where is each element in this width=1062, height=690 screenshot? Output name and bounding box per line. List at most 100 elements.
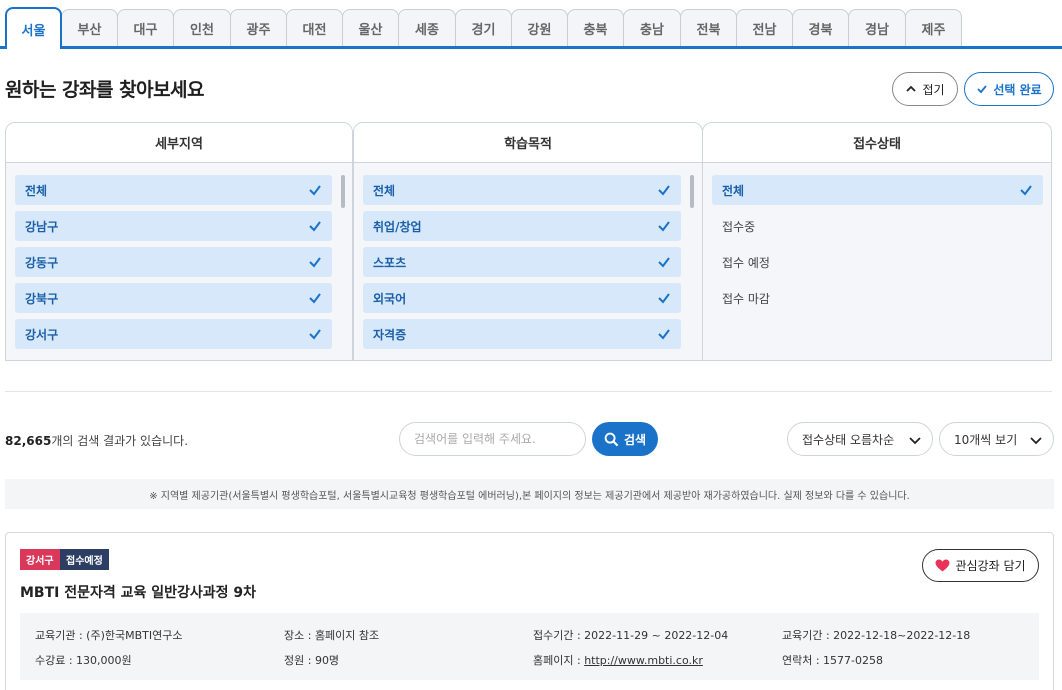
filter-panel-purpose: 학습목적 전체 취업/창업 스포츠 외국어 자격증	[353, 122, 703, 361]
course-place: 장소 : 홈페이지 참조	[284, 629, 380, 642]
tab-daejeon[interactable]: 대전	[286, 9, 343, 46]
purpose-option-all[interactable]: 전체	[363, 175, 681, 205]
check-icon	[658, 293, 670, 304]
heart-icon	[936, 559, 950, 572]
result-count-number: 82,665	[5, 434, 52, 448]
purpose-option-certificate[interactable]: 자격증	[363, 319, 681, 349]
status-badge: 접수예정	[60, 549, 109, 570]
region-scrollbar[interactable]	[341, 175, 345, 208]
region-tabs: 서울 부산 대구 인천 광주 대전 울산 세종 경기 강원 충북 충남 전북 전…	[0, 0, 1062, 49]
check-icon	[658, 329, 670, 340]
region-option-gangnam[interactable]: 강남구	[15, 211, 332, 241]
page-size-select[interactable]: 10개씩 보기	[939, 422, 1054, 456]
tabs-underline	[0, 46, 1062, 49]
tab-gangwon[interactable]: 강원	[511, 9, 568, 46]
option-label: 자격증	[373, 327, 407, 342]
tab-seoul[interactable]: 서울	[5, 7, 62, 49]
filter-title-purpose: 학습목적	[354, 123, 702, 163]
status-option-upcoming[interactable]: 접수 예정	[712, 247, 1043, 277]
course-institution: 교육기관 : (주)한국MBTI연구소	[35, 629, 183, 642]
tab-gyeongbuk[interactable]: 경북	[792, 9, 849, 46]
course-homepage: 홈페이지 : http://www.mbti.co.kr	[533, 652, 703, 668]
course-homepage-prefix: 홈페이지 :	[533, 654, 585, 667]
option-label: 강북구	[25, 291, 59, 306]
add-favorite-label: 관심강좌 담기	[955, 559, 1026, 573]
check-icon	[1020, 185, 1032, 196]
purpose-option-sports[interactable]: 스포츠	[363, 247, 681, 277]
tab-chungnam[interactable]: 충남	[623, 9, 681, 46]
purpose-option-language[interactable]: 외국어	[363, 283, 681, 313]
fold-button[interactable]: 접기	[892, 72, 958, 106]
option-label: 강동구	[25, 255, 59, 270]
tab-gyeonggi[interactable]: 경기	[455, 9, 512, 46]
check-icon	[309, 329, 321, 340]
tab-daegu[interactable]: 대구	[117, 9, 174, 46]
search-button-label: 검색	[623, 432, 647, 447]
status-option-all[interactable]: 전체	[712, 175, 1043, 205]
check-icon	[658, 221, 670, 232]
course-apply-period: 접수기간 : 2022-11-29 ~ 2022-12-04	[533, 629, 729, 642]
course-fee: 수강료 : 130,000원	[35, 654, 132, 667]
purpose-scrollbar[interactable]	[690, 175, 694, 208]
course-homepage-link[interactable]: http://www.mbti.co.kr	[584, 654, 703, 667]
status-option-closed[interactable]: 접수 마감	[712, 283, 1043, 313]
search-button[interactable]: 검색	[592, 422, 658, 456]
select-done-label: 선택 완료	[993, 82, 1042, 97]
tab-busan[interactable]: 부산	[61, 9, 118, 46]
region-option-gangbuk[interactable]: 강북구	[15, 283, 332, 313]
course-title[interactable]: MBTI 전문자격 교육 일반강사과정 9차	[20, 582, 256, 602]
tab-jeju[interactable]: 제주	[905, 9, 962, 46]
filter-title-region: 세부지역	[6, 123, 352, 163]
sort-select-value: 접수상태 오름차순	[802, 432, 895, 447]
check-icon	[309, 221, 321, 232]
page-title: 원하는 강좌를 찾아보세요	[5, 79, 205, 101]
tab-ulsan[interactable]: 울산	[342, 9, 399, 46]
option-label: 전체	[722, 183, 745, 198]
tab-jeonbuk[interactable]: 전북	[680, 9, 737, 46]
tab-gyeongnam[interactable]: 경남	[848, 9, 906, 46]
option-label: 접수 마감	[722, 291, 770, 306]
check-icon	[977, 85, 988, 94]
filter-title-status: 접수상태	[703, 123, 1051, 163]
section-divider	[5, 391, 1052, 392]
course-contact: 연락처 : 1577-0258	[782, 654, 884, 667]
data-source-notice: ※ 지역별 제공기관(서울특별시 평생학습포털, 서울특별시교육청 평생학습포털…	[5, 479, 1054, 509]
result-count-text: 개의 검색 결과가 있습니다.	[51, 434, 189, 448]
search-input[interactable]	[399, 422, 586, 456]
option-label: 접수중	[722, 219, 756, 234]
option-label: 외국어	[373, 291, 407, 306]
filter-panel-status: 접수상태 전체 접수중 접수 예정 접수 마감	[702, 122, 1052, 361]
tab-incheon[interactable]: 인천	[173, 9, 231, 46]
check-icon	[658, 257, 670, 268]
region-option-gangseo[interactable]: 강서구	[15, 319, 332, 349]
status-option-open[interactable]: 접수중	[712, 211, 1043, 241]
check-icon	[309, 257, 321, 268]
option-label: 취업/창업	[373, 219, 422, 234]
check-icon	[658, 185, 670, 196]
course-capacity: 정원 : 90명	[284, 654, 340, 667]
filter-panel-region: 세부지역 전체 강남구 강동구 강북구 강서구	[5, 122, 353, 361]
region-option-all[interactable]: 전체	[15, 175, 332, 205]
chevron-down-icon	[909, 437, 921, 445]
course-card[interactable]: 강서구 접수예정 MBTI 전문자격 교육 일반강사과정 9차 관심강좌 담기 …	[5, 532, 1054, 690]
tab-sejong[interactable]: 세종	[398, 9, 456, 46]
option-label: 접수 예정	[722, 255, 770, 270]
tab-gwangju[interactable]: 광주	[230, 9, 287, 46]
add-favorite-button[interactable]: 관심강좌 담기	[922, 549, 1039, 582]
option-label: 전체	[25, 183, 48, 198]
tab-chungbuk[interactable]: 충북	[567, 9, 624, 46]
option-label: 강남구	[25, 219, 59, 234]
fold-button-label: 접기	[922, 82, 945, 97]
result-count: 82,665개의 검색 결과가 있습니다.	[5, 432, 188, 449]
page-size-value: 10개씩 보기	[954, 432, 1018, 447]
region-badge: 강서구	[20, 549, 60, 570]
search-icon	[604, 432, 619, 446]
course-info-box: 교육기관 : (주)한국MBTI연구소 장소 : 홈페이지 참조 접수기간 : …	[20, 613, 1039, 680]
chevron-up-icon	[906, 85, 917, 92]
tab-jeonnam[interactable]: 전남	[736, 9, 793, 46]
select-done-button[interactable]: 선택 완료	[964, 72, 1054, 106]
region-option-gangdong[interactable]: 강동구	[15, 247, 332, 277]
purpose-option-job[interactable]: 취업/창업	[363, 211, 681, 241]
course-edu-period: 교육기간 : 2022-12-18~2022-12-18	[782, 629, 971, 642]
sort-select[interactable]: 접수상태 오름차순	[787, 422, 933, 456]
